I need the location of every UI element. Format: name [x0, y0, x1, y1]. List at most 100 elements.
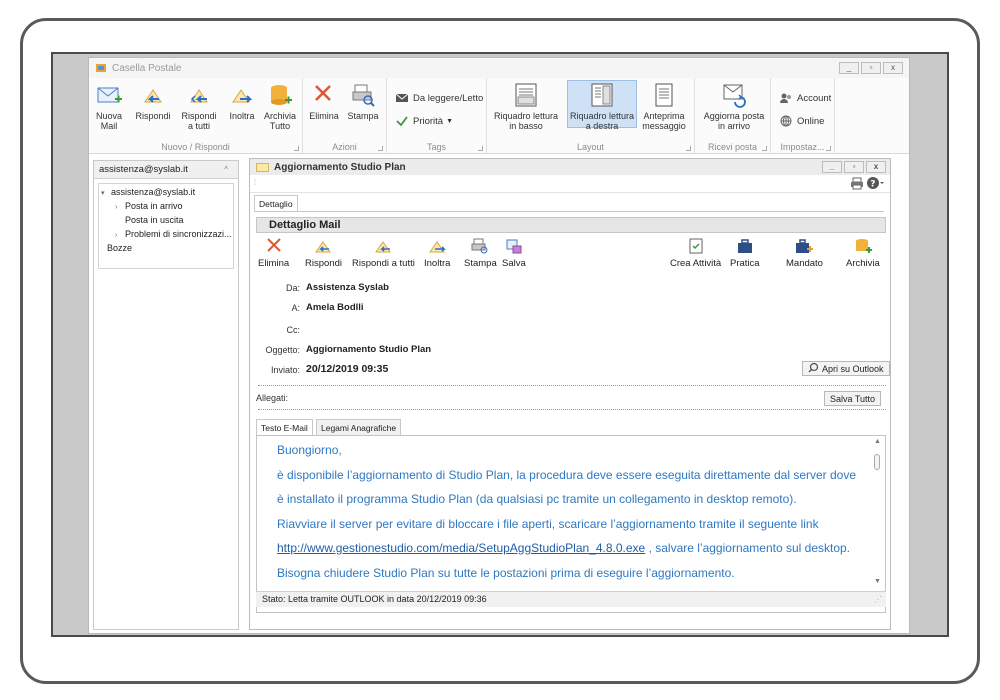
- group-launcher-layout[interactable]: [686, 146, 691, 151]
- value-da: Assistenza Syslab: [306, 282, 389, 293]
- expand-right-icon[interactable]: ›: [115, 232, 125, 239]
- help-icon[interactable]: ?: [866, 176, 884, 193]
- envelope-icon: [395, 92, 409, 104]
- tab-testo-email[interactable]: Testo E-Mail: [256, 419, 313, 435]
- search-icon: [808, 362, 819, 375]
- salva-tutto-button[interactable]: Salva Tutto: [824, 391, 882, 406]
- label-a: A:: [291, 303, 300, 313]
- grip-icon: ⁞: [254, 178, 257, 187]
- online-button[interactable]: Online: [779, 115, 824, 127]
- body-line: è installato il programma Studio Plan (d…: [277, 492, 797, 506]
- section-title: Dettaglio Mail: [256, 217, 886, 233]
- mail-minimize-button[interactable]: _: [822, 161, 842, 173]
- reply-all-icon: [373, 237, 393, 255]
- close-button[interactable]: x: [883, 62, 903, 74]
- mail-elimina-button[interactable]: Elimina: [258, 237, 289, 269]
- mail-rispondi-tutti-button[interactable]: Rispondi a tutti: [352, 237, 415, 269]
- chevron-up-icon[interactable]: ^: [224, 165, 228, 174]
- group-launcher-azioni[interactable]: [378, 146, 383, 151]
- ribbon-group-azioni: Elimina Stampa Azioni: [303, 78, 387, 154]
- print-preview-icon: [349, 82, 377, 108]
- mail-archivia-button[interactable]: Archivia: [846, 237, 880, 269]
- archivia-tutto-button[interactable]: Archivia Tutto: [263, 82, 297, 131]
- rispondi-tutti-button[interactable]: Rispondi a tutti: [181, 82, 217, 131]
- label-cc: Cc:: [286, 325, 301, 335]
- scroll-up-icon[interactable]: ▲: [874, 438, 881, 445]
- tree-item-problemi-sync[interactable]: › Problemi di sincronizzazi...: [115, 229, 232, 239]
- archive-icon: [853, 237, 873, 255]
- maximize-button[interactable]: ▫: [861, 62, 881, 74]
- window-title: Casella Postale: [112, 62, 182, 74]
- scrollbar-thumb[interactable]: [874, 454, 880, 470]
- value-oggetto: Aggiornamento Studio Plan: [306, 344, 432, 355]
- group-label-nuovo: Nuovo / Rispondi: [161, 142, 230, 152]
- expand-right-icon[interactable]: ›: [115, 204, 125, 211]
- priorita-dropdown[interactable]: Priorità ▼: [395, 115, 453, 127]
- scroll-down-icon[interactable]: ▼: [874, 578, 881, 585]
- vertical-scrollbar[interactable]: ▲ ▼: [871, 438, 883, 588]
- mail-maximize-button[interactable]: ▫: [844, 161, 864, 173]
- inoltra-button[interactable]: Inoltra: [227, 82, 257, 121]
- tab-divider: [254, 211, 884, 212]
- minimize-button[interactable]: _: [839, 62, 859, 74]
- riquadro-destra-button[interactable]: Riquadro lettura a destra: [567, 80, 637, 131]
- rispondi-button[interactable]: Rispondi: [135, 82, 171, 121]
- group-launcher-ricevi[interactable]: [762, 146, 767, 151]
- expand-down-icon[interactable]: ▾: [101, 189, 111, 197]
- mail-body-text: Buongiorno, è disponibile l’aggiornament…: [277, 442, 867, 612]
- forward-icon: [427, 237, 447, 255]
- resize-grip-icon[interactable]: ⋰: [874, 595, 882, 604]
- save-icon: [504, 237, 524, 255]
- group-launcher-impostazioni[interactable]: [826, 146, 831, 151]
- ribbon-group-nuovo: Nuova Mail Rispondi Rispondi a tutti Ino…: [89, 78, 303, 154]
- group-label-impostazioni: Impostaz...: [780, 142, 825, 152]
- tree-item-posta-uscita[interactable]: Posta in uscita: [125, 215, 184, 225]
- mail-rispondi-button[interactable]: Rispondi: [305, 237, 342, 269]
- group-launcher-nuovo[interactable]: [294, 146, 299, 151]
- tab-dettaglio[interactable]: Dettaglio: [254, 195, 298, 211]
- mail-salva-button[interactable]: Salva: [502, 237, 526, 269]
- riquadro-basso-button[interactable]: Riquadro lettura in basso: [491, 82, 561, 131]
- new-mail-icon: [95, 82, 123, 108]
- nuova-mail-button[interactable]: Nuova Mail: [95, 82, 123, 131]
- label-inviato: Inviato:: [270, 365, 300, 375]
- printer-icon[interactable]: [850, 177, 864, 193]
- body-line: Riavviare il server per evitare di blocc…: [277, 516, 819, 531]
- value-a: Amela Bodlli: [306, 302, 364, 313]
- mail-stampa-button[interactable]: Stampa: [464, 237, 497, 269]
- aggiorna-posta-button[interactable]: Aggiorna posta in arrivo: [701, 82, 767, 131]
- reply-icon: [313, 237, 333, 255]
- tree-item-bozze[interactable]: Bozze: [107, 243, 132, 253]
- delete-icon: [310, 82, 338, 108]
- group-launcher-tags[interactable]: [478, 146, 483, 151]
- pratica-button[interactable]: Pratica: [730, 237, 760, 269]
- mail-inoltra-button[interactable]: Inoltra: [424, 237, 450, 269]
- label-oggetto: Oggetto:: [265, 345, 300, 355]
- envelope-icon: [256, 162, 269, 172]
- account-button[interactable]: Account: [779, 92, 831, 104]
- mandato-button[interactable]: Mandato: [786, 237, 823, 269]
- tree-item-account[interactable]: ▾ assistenza@syslab.it: [101, 187, 195, 197]
- da-leggere-button[interactable]: Da leggere/Letto: [395, 92, 483, 104]
- account-header[interactable]: assistenza@syslab.it ^: [94, 161, 238, 179]
- apri-outlook-button[interactable]: Apri su Outlook: [802, 361, 890, 376]
- refresh-mail-icon: [720, 82, 748, 108]
- stampa-button[interactable]: Stampa: [347, 82, 379, 121]
- status-bar: Stato: Letta tramite OUTLOOK in data 20/…: [256, 591, 886, 607]
- elimina-button[interactable]: Elimina: [309, 82, 339, 121]
- layout-right-icon: [588, 82, 616, 108]
- reply-icon: [139, 82, 167, 108]
- tree-item-posta-arrivo[interactable]: › Posta in arrivo: [115, 201, 183, 211]
- anteprima-button[interactable]: Anteprima messaggio: [639, 82, 689, 131]
- preview-icon: [650, 82, 678, 108]
- crea-attivita-button[interactable]: Crea Attività: [670, 237, 721, 269]
- reply-all-icon: [185, 82, 213, 108]
- download-link[interactable]: http://www.gestionestudio.com/media/Setu…: [277, 541, 645, 555]
- ribbon-group-tags: Da leggere/Letto Priorità ▼ Tags: [387, 78, 487, 154]
- ribbon: Nuova Mail Rispondi Rispondi a tutti Ino…: [89, 78, 909, 154]
- ribbon-group-ricevi: Aggiorna posta in arrivo Ricevi posta: [695, 78, 771, 154]
- label-da: Da:: [285, 283, 300, 293]
- tab-legami-anagrafiche[interactable]: Legami Anagrafiche: [316, 419, 402, 435]
- group-label-ricevi: Ricevi posta: [707, 142, 758, 152]
- mail-close-button[interactable]: x: [866, 161, 886, 173]
